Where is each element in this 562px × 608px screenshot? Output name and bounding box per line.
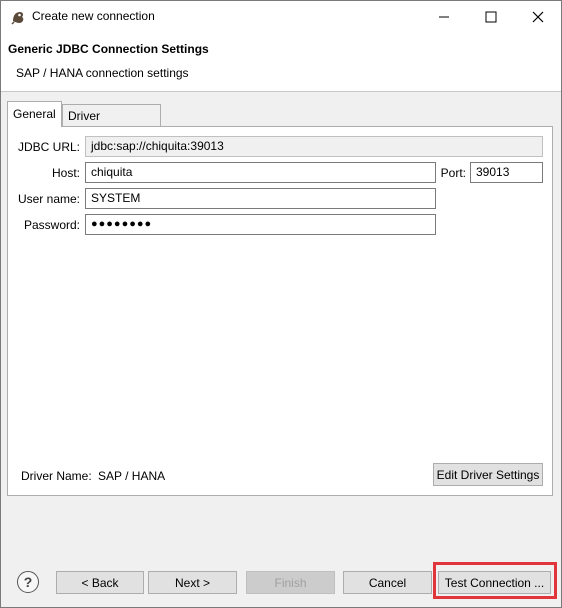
user-name-field[interactable]: SYSTEM — [85, 188, 436, 209]
help-icon[interactable]: ? — [17, 571, 39, 593]
edit-driver-settings-button[interactable]: Edit Driver Settings — [433, 463, 543, 486]
driver-name-label: Driver Name: — [21, 469, 92, 483]
back-button-label: < Back — [81, 575, 119, 590]
cancel-button[interactable]: Cancel — [343, 571, 432, 594]
next-button-label: Next > — [174, 575, 210, 590]
general-tab-panel: JDBC URL: jdbc:sap://chiquita:39013 Host… — [7, 126, 553, 496]
port-field[interactable]: 39013 — [470, 162, 543, 183]
finish-button[interactable]: Finish — [246, 571, 335, 594]
tab-driver-properties[interactable]: Driver properties — [62, 104, 161, 145]
jdbc-url-label: JDBC URL: — [18, 140, 81, 154]
finish-button-label: Finish — [274, 575, 307, 590]
page-title: Generic JDBC Connection Settings — [8, 42, 209, 56]
dialog-window: Create new connection Generic JDBC Conne… — [0, 0, 562, 608]
port-label: Port: — [440, 166, 466, 180]
next-button[interactable]: Next > — [148, 571, 237, 594]
wizard-header: Generic JDBC Connection Settings SAP / H… — [1, 32, 561, 92]
minimize-button[interactable] — [421, 1, 467, 32]
highlight-box — [433, 562, 557, 599]
host-label: Host: — [51, 166, 80, 180]
cancel-button-label: Cancel — [368, 575, 407, 590]
host-field[interactable]: chiquita — [85, 162, 436, 183]
maximize-button[interactable] — [468, 1, 514, 32]
back-button[interactable]: < Back — [56, 571, 144, 594]
title-bar: Create new connection — [1, 1, 561, 32]
driver-name-value: SAP / HANA — [98, 469, 166, 483]
password-label: Password: — [23, 218, 80, 232]
jdbc-url-field[interactable]: jdbc:sap://chiquita:39013 — [85, 136, 543, 157]
password-field[interactable]: ●●●●●●●● — [85, 214, 436, 235]
window-title: Create new connection — [32, 9, 155, 23]
close-button[interactable] — [515, 1, 561, 32]
page-subtitle: SAP / HANA connection settings — [16, 66, 189, 80]
user-name-label: User name: — [17, 192, 80, 206]
dbeaver-app-icon — [10, 9, 26, 25]
tab-general[interactable]: General — [7, 101, 62, 127]
